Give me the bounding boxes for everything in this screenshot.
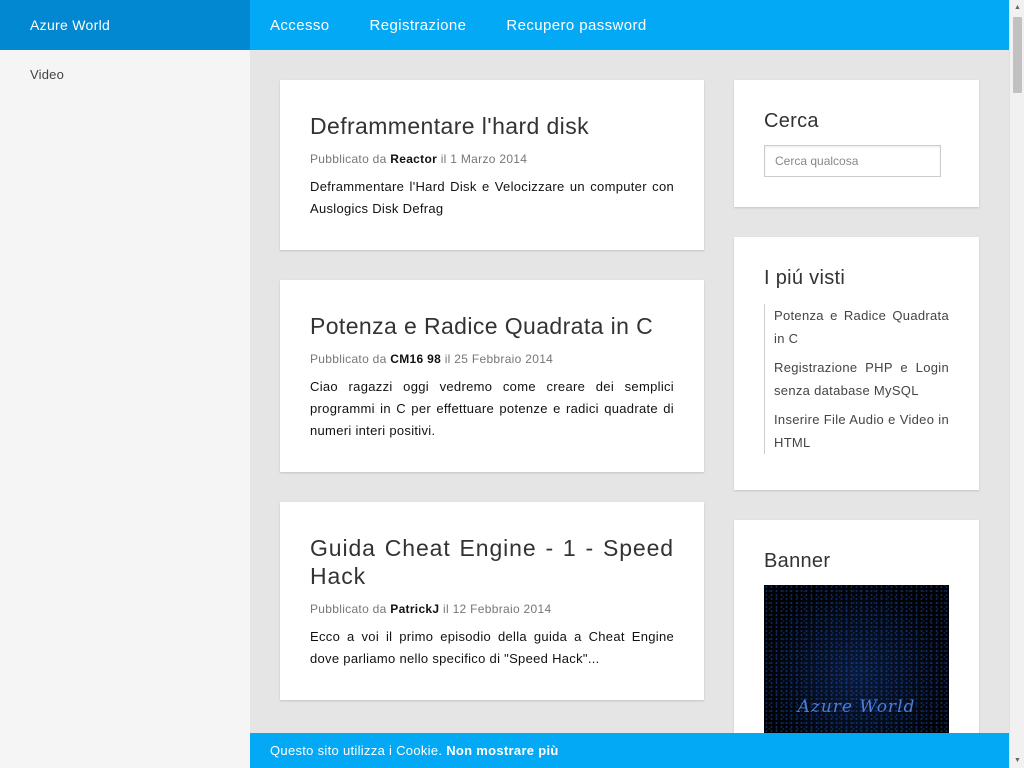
scrollbar-thumb[interactable] [1013,17,1022,93]
post-meta: Pubblicato da PatrickJ il 12 Febbraio 20… [310,602,674,616]
post-meta-prefix: Pubblicato da [310,602,387,616]
post-date: il 1 Marzo 2014 [440,152,528,166]
post-author[interactable]: Reactor [390,152,437,166]
post-meta-prefix: Pubblicato da [310,152,387,166]
post-meta-prefix: Pubblicato da [310,352,387,366]
post-date: il 25 Febbraio 2014 [444,352,554,366]
post-excerpt: Ciao ragazzi oggi vedremo come creare de… [310,379,674,438]
post-meta: Pubblicato da Reactor il 1 Marzo 2014 [310,152,674,166]
sidebar-item-video[interactable]: Video [0,50,250,99]
banner-logo-text: Azure World [797,697,916,717]
post-excerpt: Ecco a voi il primo episodio della guida… [310,629,674,666]
popular-widget: I piú visti Potenza e Radice Quadrata in… [734,237,979,490]
banner-image[interactable]: Azure World [764,585,949,735]
scroll-up-icon[interactable]: ▲ [1010,0,1024,15]
post-title[interactable]: Deframmentare l'hard disk [310,112,674,140]
popular-item[interactable]: Registrazione PHP e Login senza database… [774,356,949,402]
post-author[interactable]: PatrickJ [390,602,439,616]
post-title[interactable]: Potenza e Radice Quadrata in C [310,312,674,340]
page-scrollbar[interactable]: ▲ ▼ [1009,0,1024,768]
popular-widget-title: I piú visti [764,267,846,289]
banner-widget: Banner Azure World [734,520,979,765]
nav-recupero-password[interactable]: Recupero password [506,17,666,34]
post-date: il 12 Febbraio 2014 [443,602,552,616]
posts-column: Deframmentare l'hard disk Pubblicato da … [280,80,704,730]
search-widget: Cerca [734,80,979,207]
post-card: Deframmentare l'hard disk Pubblicato da … [280,80,704,250]
popular-item[interactable]: Potenza e Radice Quadrata in C [774,304,949,350]
nav-accesso[interactable]: Accesso [270,17,350,34]
post-author[interactable]: CM16 98 [390,352,441,366]
right-sidebar: Cerca I piú visti Potenza e Radice Quadr… [734,80,979,768]
sidebar: Azure World Video [0,0,250,768]
banner-widget-title: Banner [764,550,831,572]
cookie-dismiss-link[interactable]: Non mostrare più [446,743,558,758]
popular-list: Potenza e Radice Quadrata in C Registraz… [764,304,949,454]
post-meta: Pubblicato da CM16 98 il 25 Febbraio 201… [310,352,674,366]
cookie-bar: Questo sito utilizza i Cookie. Non mostr… [250,733,1009,768]
post-title[interactable]: Guida Cheat Engine - 1 - Speed Hack [310,534,674,590]
search-input[interactable] [764,145,941,177]
popular-item[interactable]: Inserire File Audio e Video in HTML [774,408,949,454]
cookie-text: Questo sito utilizza i Cookie. [270,743,443,758]
search-widget-title: Cerca [764,110,819,132]
scroll-down-icon[interactable]: ▼ [1010,753,1024,768]
post-card: Guida Cheat Engine - 1 - Speed Hack Pubb… [280,502,704,700]
post-card: Potenza e Radice Quadrata in C Pubblicat… [280,280,704,472]
post-excerpt: Deframmentare l'Hard Disk e Velocizzare … [310,179,674,216]
brand-logo[interactable]: Azure World [0,0,250,50]
top-navbar: Accesso Registrazione Recupero password [250,0,1009,50]
nav-registrazione[interactable]: Registrazione [370,17,487,34]
